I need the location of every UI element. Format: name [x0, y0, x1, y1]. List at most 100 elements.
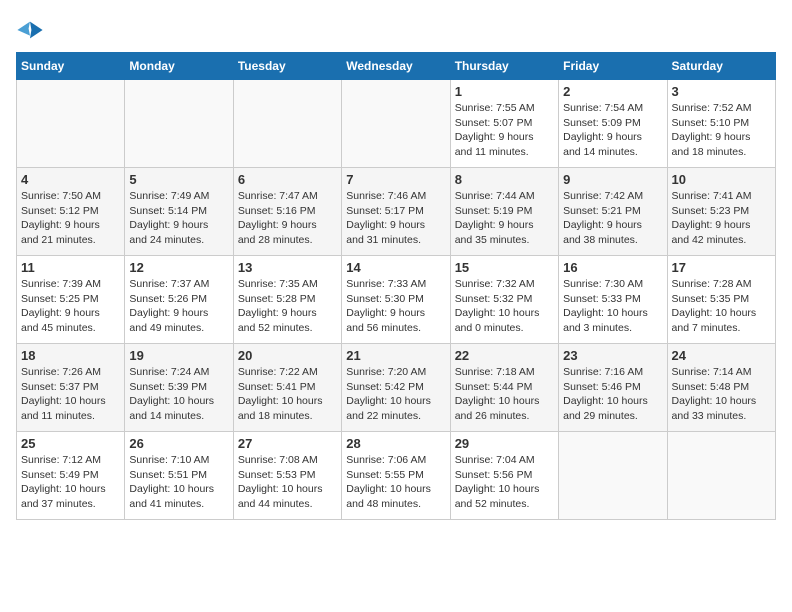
day-cell [17, 80, 125, 168]
day-number: 29 [455, 436, 554, 451]
day-cell: 10 Sunrise: 7:41 AM Sunset: 5:23 PM Dayli… [667, 168, 775, 256]
day-number: 5 [129, 172, 228, 187]
day-info: Sunrise: 7:42 AM Sunset: 5:21 PM Dayligh… [563, 189, 662, 248]
day-info: Sunrise: 7:16 AM Sunset: 5:46 PM Dayligh… [563, 365, 662, 424]
logo [16, 16, 48, 44]
day-cell: 18Sunrise: 7:26 AM Sunset: 5:37 PM Dayli… [17, 344, 125, 432]
week-row-5: 25Sunrise: 7:12 AM Sunset: 5:49 PM Dayli… [17, 432, 776, 520]
day-number: 15 [455, 260, 554, 275]
day-cell [667, 432, 775, 520]
day-number: 6 [238, 172, 337, 187]
day-info: Sunrise: 7:10 AM Sunset: 5:51 PM Dayligh… [129, 453, 228, 512]
day-number: 19 [129, 348, 228, 363]
day-cell [125, 80, 233, 168]
day-number: 4 [21, 172, 120, 187]
day-info: Sunrise: 7:55 AM Sunset: 5:07 PM Dayligh… [455, 101, 554, 160]
day-info: Sunrise: 7:52 AM Sunset: 5:10 PM Dayligh… [672, 101, 771, 160]
day-number: 25 [21, 436, 120, 451]
col-header-friday: Friday [559, 53, 667, 80]
day-info: Sunrise: 7:50 AM Sunset: 5:12 PM Dayligh… [21, 189, 120, 248]
day-info: Sunrise: 7:04 AM Sunset: 5:56 PM Dayligh… [455, 453, 554, 512]
day-info: Sunrise: 7:54 AM Sunset: 5:09 PM Dayligh… [563, 101, 662, 160]
day-info: Sunrise: 7:22 AM Sunset: 5:41 PM Dayligh… [238, 365, 337, 424]
day-number: 20 [238, 348, 337, 363]
day-number: 1 [455, 84, 554, 99]
day-cell: 8Sunrise: 7:44 AM Sunset: 5:19 PM Daylig… [450, 168, 558, 256]
day-cell: 26Sunrise: 7:10 AM Sunset: 5:51 PM Dayli… [125, 432, 233, 520]
day-info: Sunrise: 7:46 AM Sunset: 5:17 PM Dayligh… [346, 189, 445, 248]
day-number: 13 [238, 260, 337, 275]
day-info: Sunrise: 7:14 AM Sunset: 5:48 PM Dayligh… [672, 365, 771, 424]
day-info: Sunrise: 7:47 AM Sunset: 5:16 PM Dayligh… [238, 189, 337, 248]
day-number: 3 [672, 84, 771, 99]
day-cell: 20 Sunrise: 7:22 AM Sunset: 5:41 PM Dayli… [233, 344, 341, 432]
day-number: 28 [346, 436, 445, 451]
day-number: 17 [672, 260, 771, 275]
day-number: 16 [563, 260, 662, 275]
day-number: 22 [455, 348, 554, 363]
day-cell: 13 Sunrise: 7:35 AM Sunset: 5:28 PM Dayli… [233, 256, 341, 344]
day-cell: 14 Sunrise: 7:33 AM Sunset: 5:30 PM Dayli… [342, 256, 450, 344]
day-info: Sunrise: 7:18 AM Sunset: 5:44 PM Dayligh… [455, 365, 554, 424]
day-cell: 16 Sunrise: 7:30 AM Sunset: 5:33 PM Dayli… [559, 256, 667, 344]
day-number: 23 [563, 348, 662, 363]
day-cell: 9 Sunrise: 7:42 AM Sunset: 5:21 PM Daylig… [559, 168, 667, 256]
day-info: Sunrise: 7:39 AM Sunset: 5:25 PM Dayligh… [21, 277, 120, 336]
day-number: 2 [563, 84, 662, 99]
day-info: Sunrise: 7:20 AM Sunset: 5:42 PM Dayligh… [346, 365, 445, 424]
day-info: Sunrise: 7:26 AM Sunset: 5:37 PM Dayligh… [21, 365, 120, 424]
day-cell [559, 432, 667, 520]
day-cell: 1 Sunrise: 7:55 AM Sunset: 5:07 PM Daylig… [450, 80, 558, 168]
day-cell: 2 Sunrise: 7:54 AM Sunset: 5:09 PM Daylig… [559, 80, 667, 168]
page-header [16, 16, 776, 44]
day-cell [342, 80, 450, 168]
day-info: Sunrise: 7:41 AM Sunset: 5:23 PM Dayligh… [672, 189, 771, 248]
day-cell: 24 Sunrise: 7:14 AM Sunset: 5:48 PM Dayli… [667, 344, 775, 432]
col-header-tuesday: Tuesday [233, 53, 341, 80]
day-number: 14 [346, 260, 445, 275]
day-cell [233, 80, 341, 168]
day-number: 10 [672, 172, 771, 187]
day-cell: 19 Sunrise: 7:24 AM Sunset: 5:39 PM Dayli… [125, 344, 233, 432]
col-header-wednesday: Wednesday [342, 53, 450, 80]
day-info: Sunrise: 7:30 AM Sunset: 5:33 PM Dayligh… [563, 277, 662, 336]
day-number: 7 [346, 172, 445, 187]
day-number: 21 [346, 348, 445, 363]
day-cell: 17 Sunrise: 7:28 AM Sunset: 5:35 PM Dayli… [667, 256, 775, 344]
day-number: 27 [238, 436, 337, 451]
day-info: Sunrise: 7:33 AM Sunset: 5:30 PM Dayligh… [346, 277, 445, 336]
col-header-thursday: Thursday [450, 53, 558, 80]
day-info: Sunrise: 7:49 AM Sunset: 5:14 PM Dayligh… [129, 189, 228, 248]
col-header-saturday: Saturday [667, 53, 775, 80]
col-header-monday: Monday [125, 53, 233, 80]
day-cell: 27Sunrise: 7:08 AM Sunset: 5:53 PM Dayli… [233, 432, 341, 520]
logo-icon [16, 16, 44, 44]
day-info: Sunrise: 7:24 AM Sunset: 5:39 PM Dayligh… [129, 365, 228, 424]
day-number: 24 [672, 348, 771, 363]
week-row-4: 18Sunrise: 7:26 AM Sunset: 5:37 PM Dayli… [17, 344, 776, 432]
day-cell: 25Sunrise: 7:12 AM Sunset: 5:49 PM Dayli… [17, 432, 125, 520]
day-number: 12 [129, 260, 228, 275]
day-cell: 5 Sunrise: 7:49 AM Sunset: 5:14 PM Daylig… [125, 168, 233, 256]
day-cell: 3 Sunrise: 7:52 AM Sunset: 5:10 PM Daylig… [667, 80, 775, 168]
day-cell: 29 Sunrise: 7:04 AM Sunset: 5:56 PM Dayli… [450, 432, 558, 520]
day-info: Sunrise: 7:44 AM Sunset: 5:19 PM Dayligh… [455, 189, 554, 248]
day-cell: 7 Sunrise: 7:46 AM Sunset: 5:17 PM Daylig… [342, 168, 450, 256]
day-number: 9 [563, 172, 662, 187]
day-cell: 12Sunrise: 7:37 AM Sunset: 5:26 PM Dayli… [125, 256, 233, 344]
day-info: Sunrise: 7:28 AM Sunset: 5:35 PM Dayligh… [672, 277, 771, 336]
day-info: Sunrise: 7:35 AM Sunset: 5:28 PM Dayligh… [238, 277, 337, 336]
day-cell: 15 Sunrise: 7:32 AM Sunset: 5:32 PM Dayli… [450, 256, 558, 344]
day-cell: 4 Sunrise: 7:50 AM Sunset: 5:12 PM Daylig… [17, 168, 125, 256]
day-cell: 21 Sunrise: 7:20 AM Sunset: 5:42 PM Dayli… [342, 344, 450, 432]
day-cell: 11 Sunrise: 7:39 AM Sunset: 5:25 PM Dayli… [17, 256, 125, 344]
day-cell: 22 Sunrise: 7:18 AM Sunset: 5:44 PM Dayli… [450, 344, 558, 432]
week-row-2: 4 Sunrise: 7:50 AM Sunset: 5:12 PM Daylig… [17, 168, 776, 256]
calendar-table: SundayMondayTuesdayWednesdayThursdayFrid… [16, 52, 776, 520]
day-info: Sunrise: 7:32 AM Sunset: 5:32 PM Dayligh… [455, 277, 554, 336]
day-cell: 23 Sunrise: 7:16 AM Sunset: 5:46 PM Dayli… [559, 344, 667, 432]
day-info: Sunrise: 7:06 AM Sunset: 5:55 PM Dayligh… [346, 453, 445, 512]
day-cell: 6 Sunrise: 7:47 AM Sunset: 5:16 PM Daylig… [233, 168, 341, 256]
day-number: 11 [21, 260, 120, 275]
col-header-sunday: Sunday [17, 53, 125, 80]
